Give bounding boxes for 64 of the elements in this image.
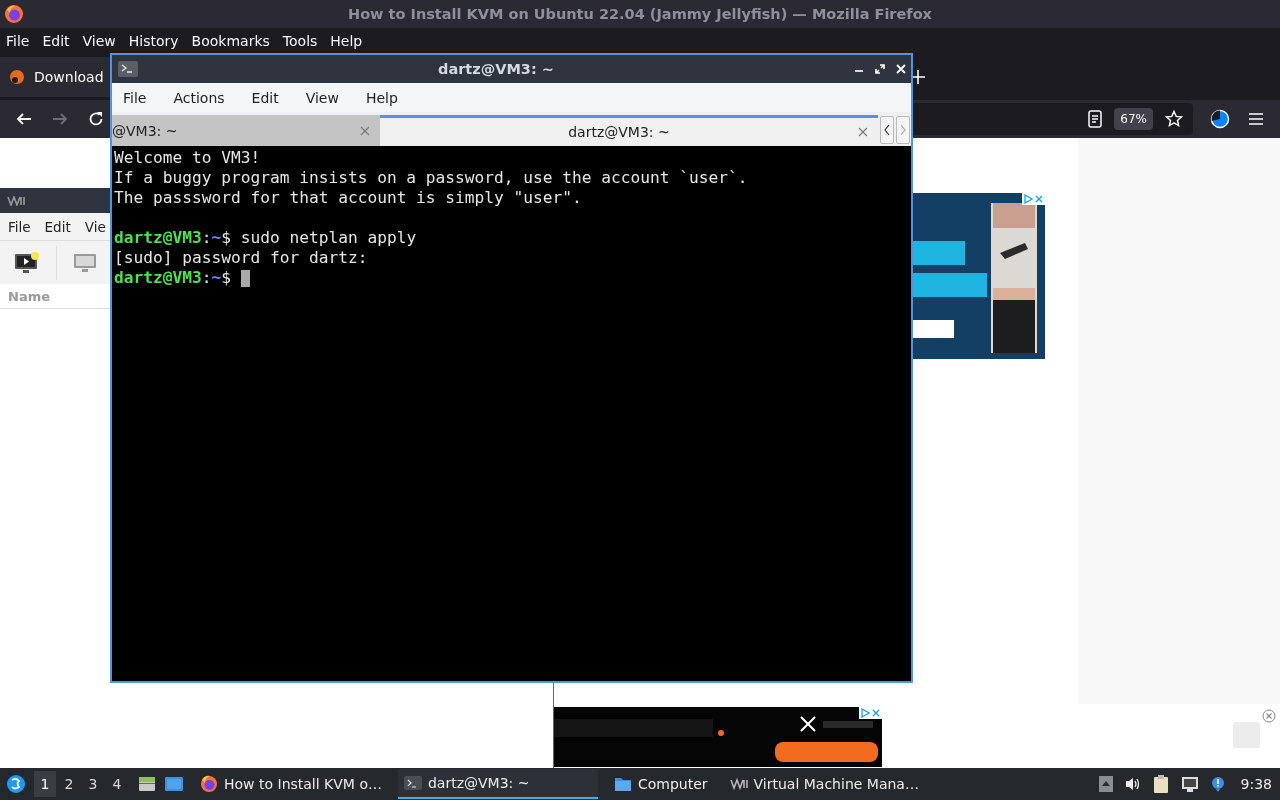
command-prompt: dartz@VM3:~$ sudo netplan apply (114, 228, 417, 248)
workspace-button[interactable]: 3 (82, 771, 104, 797)
terminal-output: The passsword for that account is simply "user". (114, 188, 583, 208)
browser-tab[interactable]: Download (0, 57, 110, 97)
terminal-icon (118, 61, 138, 77)
workspace-button[interactable]: 2 (58, 771, 80, 797)
page-icon (8, 68, 26, 86)
menu-item[interactable]: History (128, 33, 179, 49)
terminal-tab[interactable]: @VM3: ~ (112, 115, 380, 146)
window-title: dartz@VM3: ~ (437, 61, 555, 77)
terminal-icon (403, 774, 422, 792)
terminal-output: [sudo] password for dartz: (114, 248, 369, 268)
zoom-level-button[interactable]: 67% (1114, 108, 1153, 130)
bookmark-star-icon[interactable] (1165, 110, 1183, 128)
reader-view-icon[interactable] (1088, 110, 1103, 128)
menu-item[interactable]: Help (365, 89, 398, 106)
start-menu-icon[interactable] (6, 774, 26, 794)
ad-info-icon[interactable] (860, 708, 870, 718)
taskbar-button[interactable]: dartz@VM3: ~ (397, 769, 598, 799)
menu-item[interactable]: File (8, 218, 31, 235)
file-cabinet-icon[interactable] (138, 775, 156, 793)
folder-icon (613, 775, 632, 793)
restore-icon[interactable] (875, 64, 885, 74)
menu-icon[interactable] (1248, 112, 1264, 126)
menu-item[interactable]: Edit (42, 33, 70, 49)
app-icon (7, 195, 25, 206)
notification-icon[interactable] (1210, 776, 1225, 792)
terminal-output: Welcome to VM3! (114, 148, 262, 168)
menu-item[interactable]: Tools (282, 33, 318, 49)
menu-item[interactable]: View (82, 33, 116, 49)
menu-item[interactable]: Actions (173, 89, 225, 106)
taskbar-button[interactable]: How to Install KVM o… (194, 769, 388, 799)
menu-item[interactable]: Edit (44, 218, 71, 235)
monitor-icon[interactable] (73, 251, 97, 274)
menu-item[interactable]: View (305, 89, 339, 106)
workspace-button[interactable]: 1 (34, 771, 56, 797)
firefox-icon (200, 775, 218, 793)
taskbar-button[interactable]: Virtual Machine Mana… (723, 769, 925, 799)
window-title: How to Install KVM on Ubuntu 22.04 (Jammy Jellyfish) — Mozilla Firefox (347, 6, 933, 22)
expand-tray-icon[interactable] (1098, 776, 1113, 792)
terminal-output: If a buggy program insists on a password, use the account `user`. (114, 168, 749, 188)
scroll-left-button[interactable] (880, 116, 894, 144)
menu-item[interactable]: Vie (84, 218, 106, 235)
menu-item[interactable]: Help (330, 33, 363, 49)
clock[interactable]: 9:38 (1240, 776, 1272, 792)
menu-item[interactable]: Bookmarks (191, 33, 270, 49)
ad-info-icon[interactable] (1023, 194, 1033, 204)
workspace-button[interactable]: 4 (106, 771, 128, 797)
command-prompt: dartz@VM3:~$ (114, 268, 231, 288)
clipboard-icon[interactable] (1152, 775, 1169, 793)
account-icon[interactable] (1210, 109, 1230, 129)
chevron-left-icon (884, 124, 890, 136)
menu-item[interactable]: Edit (251, 89, 279, 106)
firefox-icon (4, 4, 24, 24)
new-tab-icon[interactable] (911, 70, 925, 84)
network-icon[interactable] (1180, 776, 1199, 792)
reload-icon[interactable] (87, 110, 105, 128)
new-vm-icon[interactable] (14, 250, 40, 275)
menu-item[interactable]: File (6, 33, 30, 49)
menu-item[interactable]: File (123, 89, 147, 106)
desktop-icon[interactable] (164, 775, 184, 793)
chevron-right-icon (900, 124, 906, 136)
taskbar-button[interactable]: Computer (607, 769, 714, 799)
volume-icon[interactable] (1124, 776, 1141, 792)
